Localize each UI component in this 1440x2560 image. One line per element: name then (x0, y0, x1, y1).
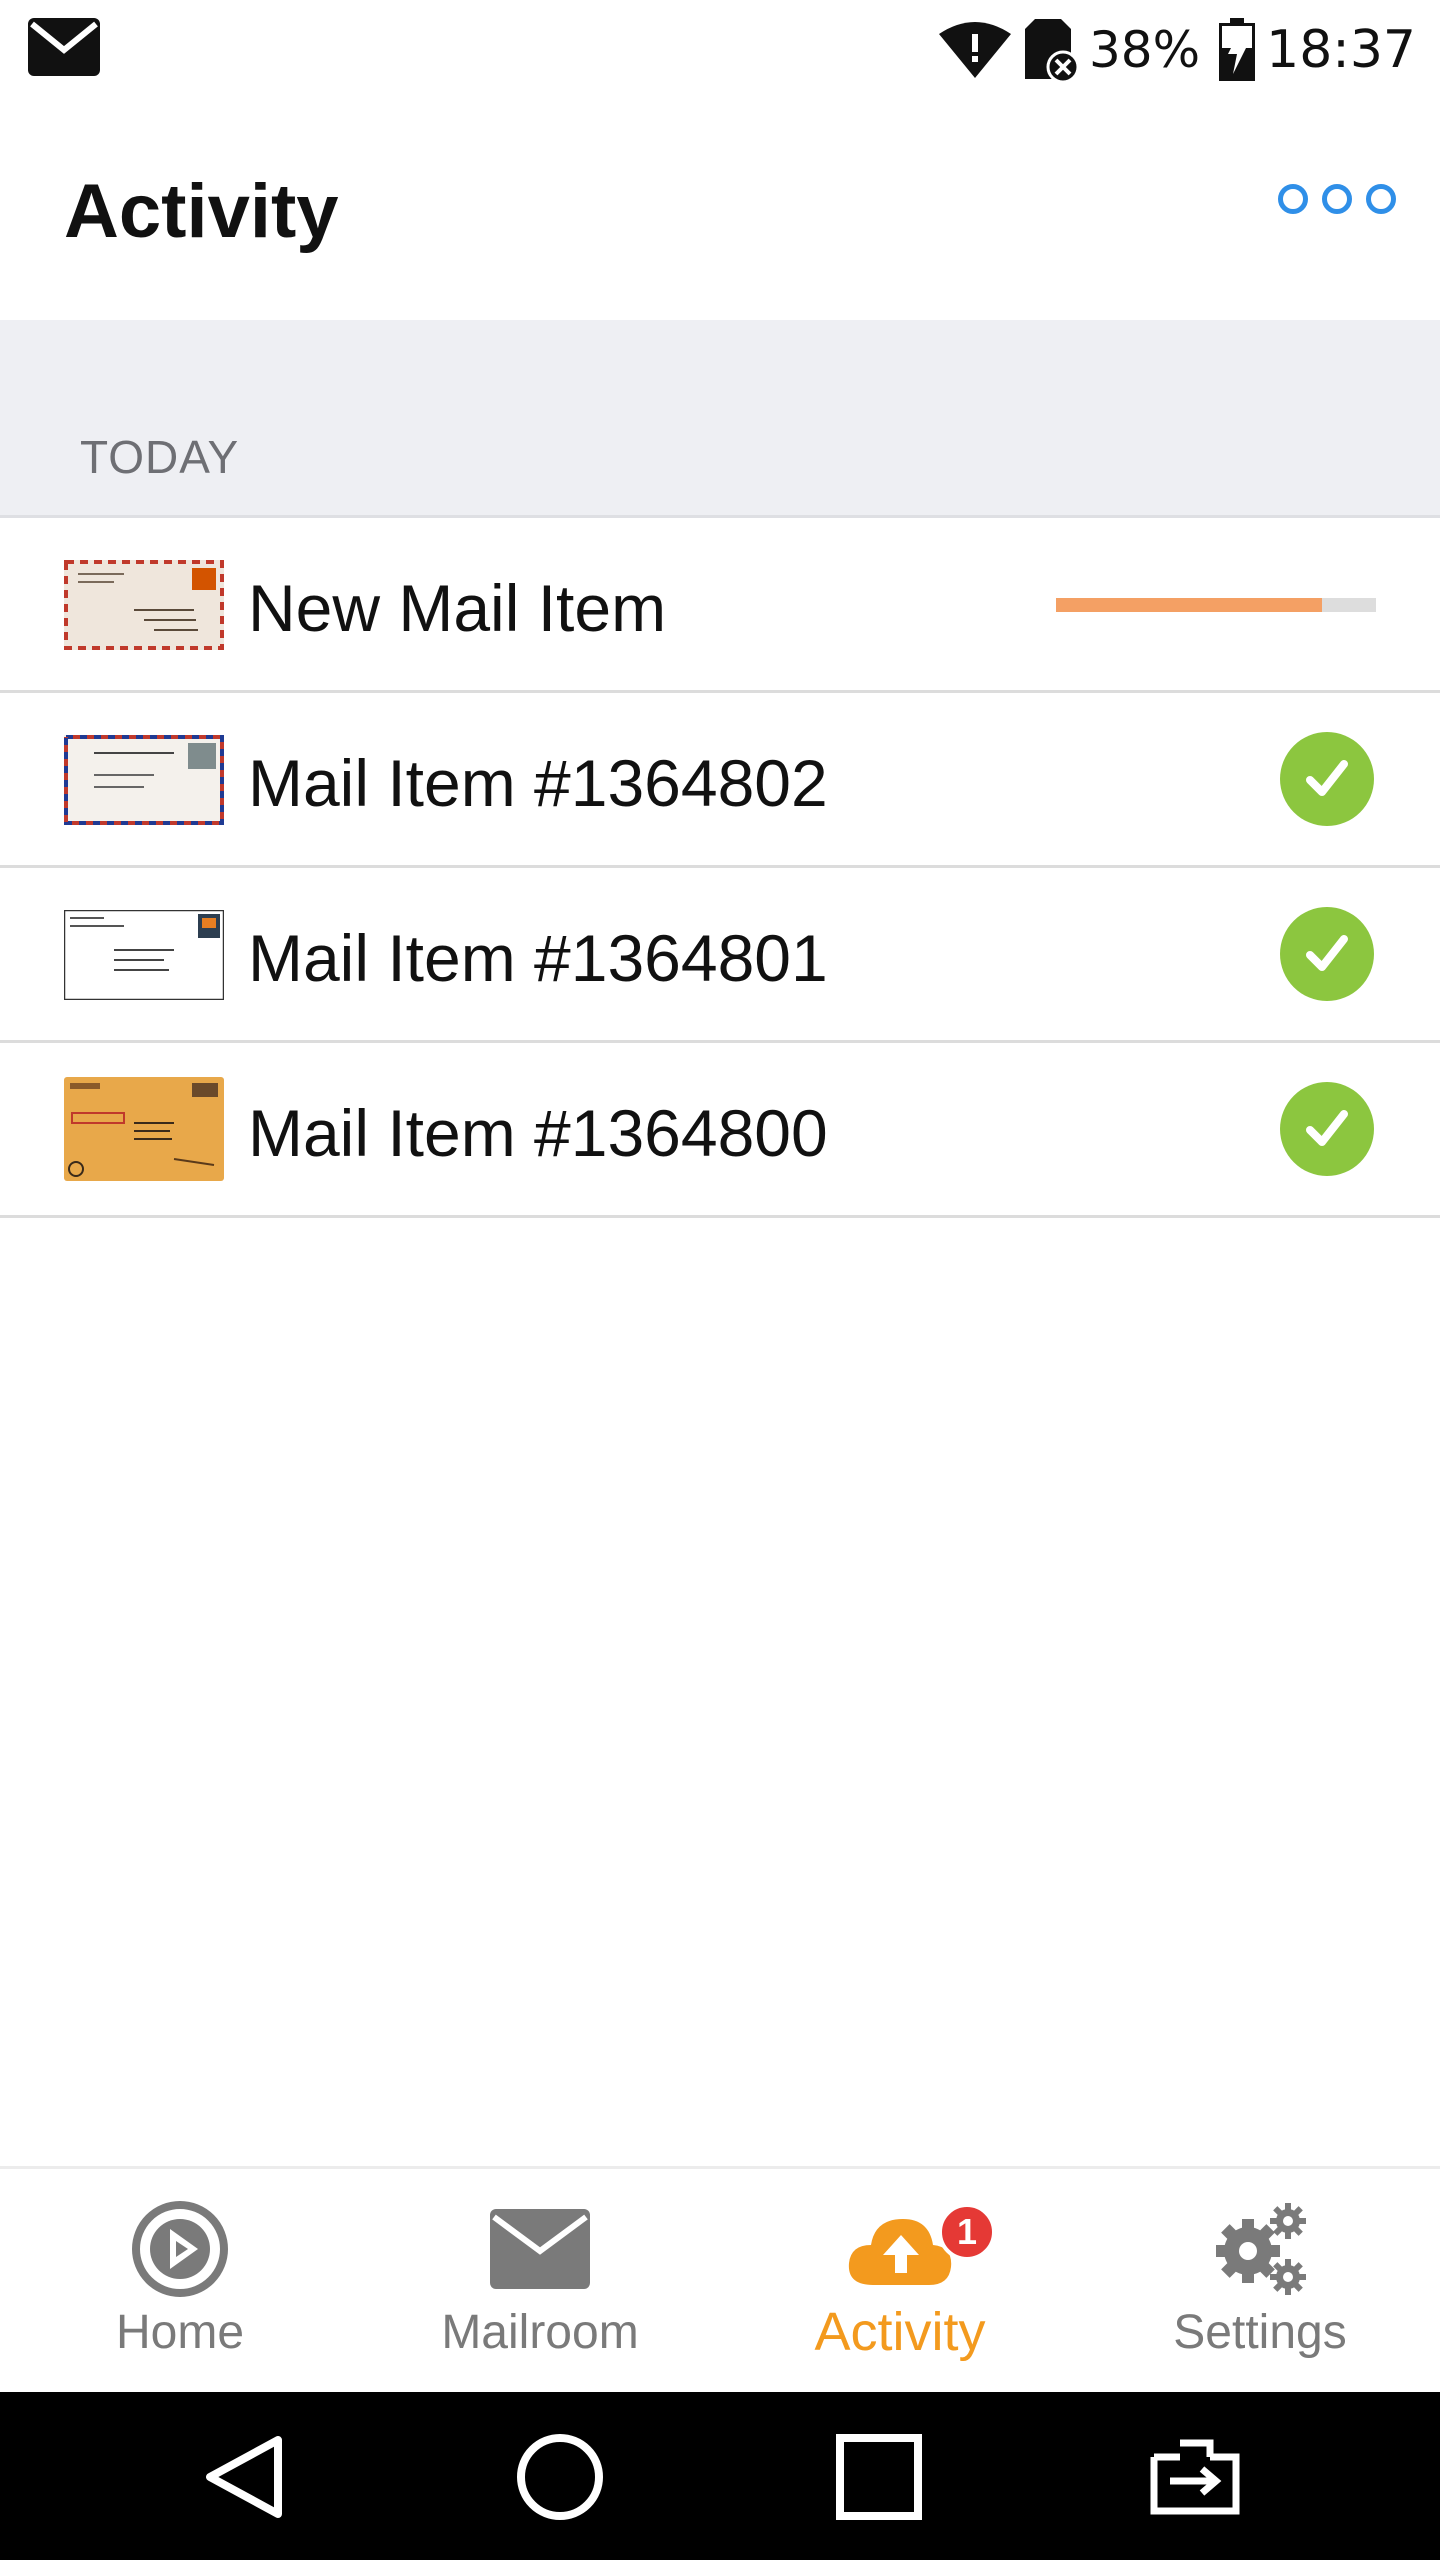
gears-icon (1205, 2199, 1315, 2299)
activity-list: New Mail Item Mail Item #1364802 Mail It… (0, 518, 1440, 1218)
sim-error-icon (1025, 19, 1079, 83)
more-options-button[interactable] (1278, 184, 1396, 214)
home-system-button[interactable] (505, 2422, 615, 2532)
list-item-title: Mail Item #1364801 (248, 921, 828, 995)
more-options-icon (1322, 184, 1352, 214)
nav-mailroom-label: Mailroom (441, 2306, 639, 2359)
envelope-thumbnail (64, 735, 224, 825)
recents-square-icon (836, 2434, 922, 2520)
more-options-icon (1278, 184, 1308, 214)
activity-badge: 1 (938, 2203, 996, 2261)
list-item-title: Mail Item #1364802 (248, 746, 828, 820)
battery-charging-icon (1219, 18, 1256, 81)
envelope-thumbnail (64, 560, 224, 650)
nav-activity-label: Activity (814, 2302, 986, 2362)
nav-home-label: Home (115, 2306, 245, 2359)
nav-home[interactable]: Home (0, 2169, 360, 2395)
check-icon (1280, 732, 1374, 826)
clock: 18:37 (1266, 20, 1416, 80)
upload-progress-fill (1056, 598, 1322, 612)
back-icon (206, 2436, 282, 2518)
mail-notification-icon (28, 18, 100, 76)
upload-progress-bar (1056, 598, 1376, 612)
back-button[interactable] (190, 2422, 300, 2532)
nav-activity[interactable]: 1 Activity (720, 2169, 1080, 2395)
home-icon (125, 2199, 235, 2299)
bottom-navigation: Home Mailroom 1 Activity Settings (0, 2166, 1440, 2392)
list-item-title: New Mail Item (248, 571, 667, 645)
envelope-icon (485, 2199, 595, 2299)
nav-mailroom[interactable]: Mailroom (360, 2169, 720, 2395)
battery-percent: 38% (1089, 21, 1201, 79)
section-header: TODAY (0, 320, 1440, 518)
switch-app-button[interactable] (1140, 2422, 1250, 2532)
envelope-thumbnail (64, 1077, 224, 1181)
cloud-upload-icon (845, 2199, 955, 2299)
status-bar: 38% 18:37 (0, 0, 1440, 98)
list-item-title: Mail Item #1364800 (248, 1096, 828, 1170)
recents-button[interactable] (824, 2422, 934, 2532)
nav-settings-label: Settings (1173, 2306, 1347, 2359)
nav-settings[interactable]: Settings (1080, 2169, 1440, 2395)
page-title: Activity (64, 169, 339, 254)
list-item[interactable]: New Mail Item (0, 518, 1440, 693)
list-item[interactable]: Mail Item #1364801 (0, 868, 1440, 1043)
list-item[interactable]: Mail Item #1364800 (0, 1043, 1440, 1218)
check-icon (1280, 1082, 1374, 1176)
envelope-thumbnail (64, 910, 224, 1000)
list-item[interactable]: Mail Item #1364802 (0, 693, 1440, 868)
home-circle-icon (517, 2434, 603, 2520)
more-options-icon (1366, 184, 1396, 214)
app-bar: Activity (0, 98, 1440, 320)
wifi-icon (939, 22, 1011, 78)
section-label-today: TODAY (80, 431, 240, 483)
check-icon (1280, 907, 1374, 1001)
switch-arrows-icon (1150, 2439, 1240, 2515)
system-navigation-bar (0, 2392, 1440, 2560)
